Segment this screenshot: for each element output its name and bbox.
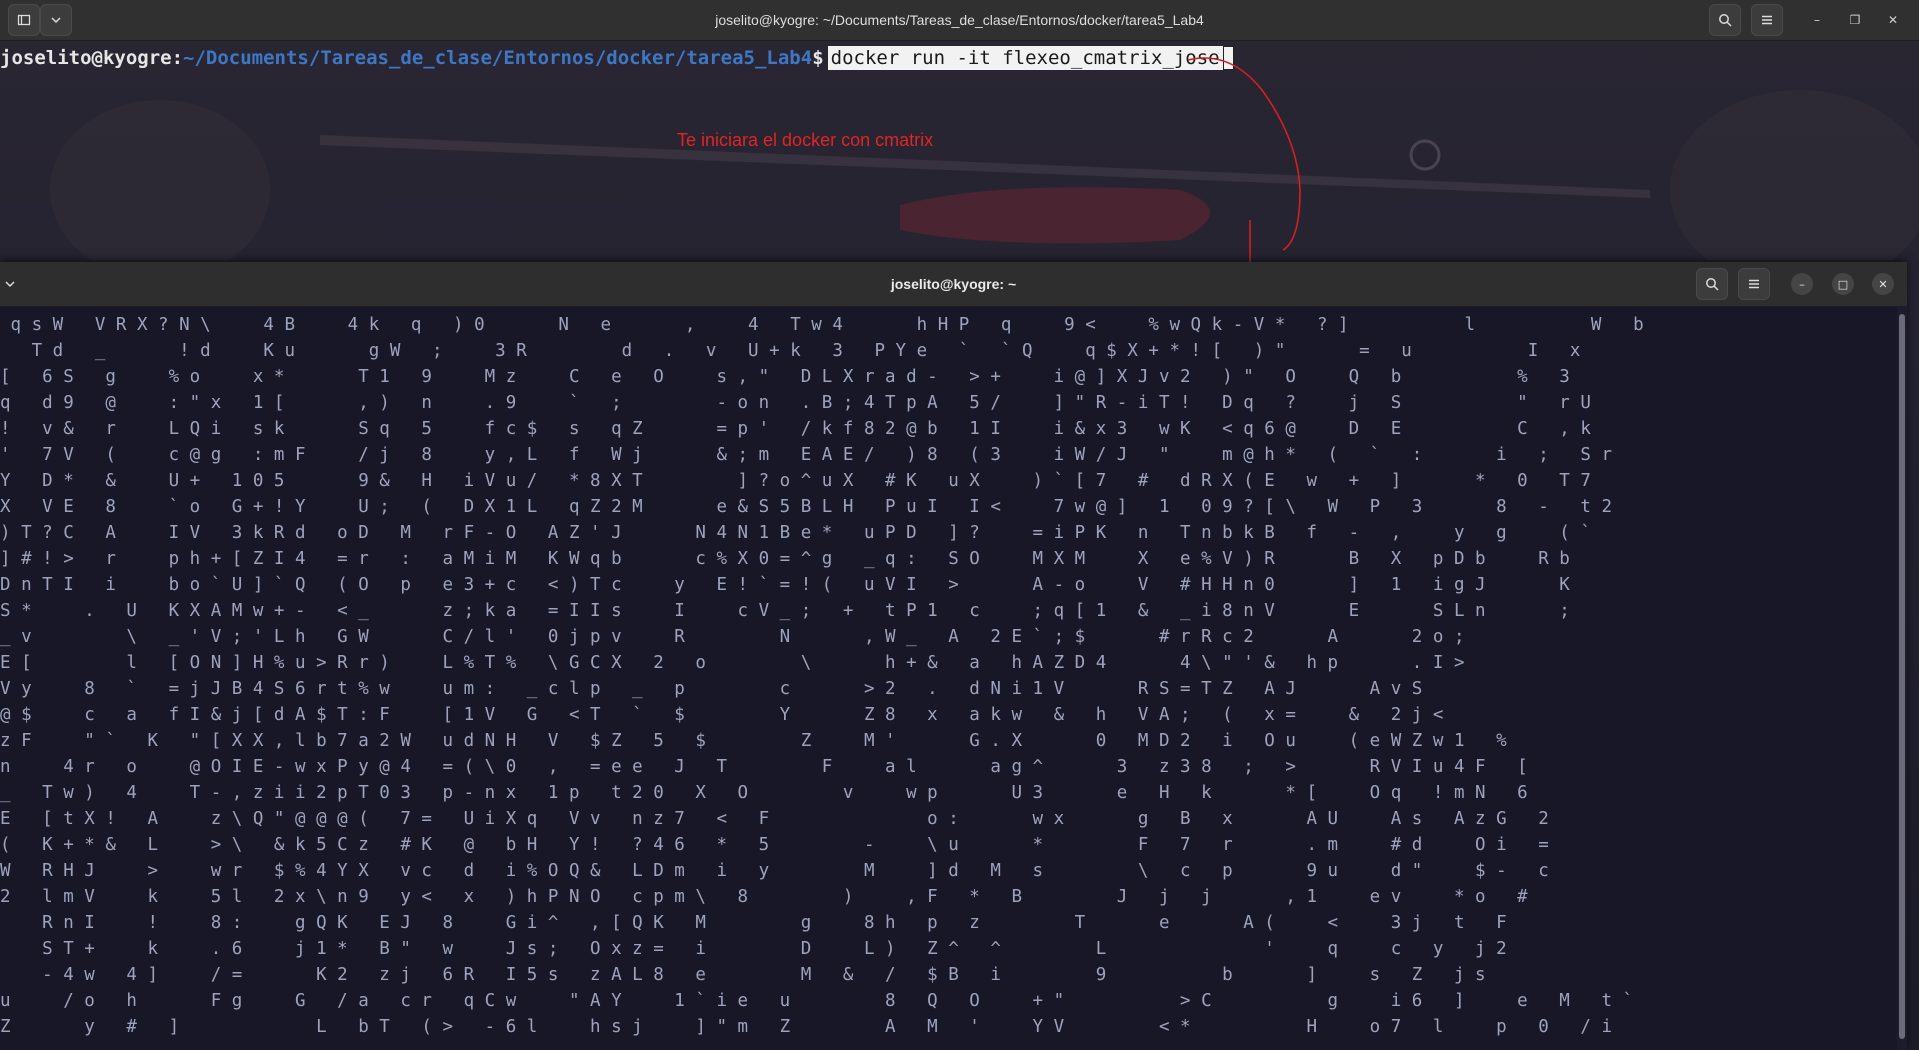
matrix-row: Y D * & U + 1 0 5 9 & H i V u / * 8 X T … <box>0 471 1591 491</box>
cmatrix-output[interactable]: q s W V R X ? N \ 4 B 4 k q ) 0 N e , 4 … <box>0 306 1895 1050</box>
matrix-row: ! v & r L Q i s k S q 5 f c $ s q Z = p … <box>0 419 1591 439</box>
hamburger-menu-icon <box>1749 279 1759 289</box>
matrix-row: V y 8 ` = j J B 4 S 6 r t % w u m : _ c … <box>0 679 1423 699</box>
matrix-row: n 4 r o @ O I E - w x P y @ 4 = ( \ 0 , … <box>0 757 1528 777</box>
matrix-row: q s W V R X ? N \ 4 B 4 k q ) 0 N e , 4 … <box>0 315 1644 335</box>
menu-button[interactable] <box>1738 268 1770 300</box>
matrix-row: D n T I i b o ` U ] ` Q ( O p e 3 + c < … <box>0 575 1570 595</box>
matrix-row: _ T w ) 4 T - , z i i 2 p T 0 3 p - n x … <box>0 783 1528 803</box>
matrix-row: ' 7 V ( c @ g : m F / j 8 y , L f W j & … <box>0 445 1612 465</box>
matrix-row: W R H J > w r $ % 4 Y X v c d i % O Q & … <box>0 861 1549 881</box>
matrix-row: _ v \ _ ' V ; ' L h G W C / l ' 0 j p v … <box>0 627 1465 647</box>
matrix-row: S T + k . 6 j 1 * B " w J s ; O x z = i … <box>0 939 1507 959</box>
matrix-row: ] # ! > r p h + [ Z I 4 = r : a M i M K … <box>0 549 1570 569</box>
matrix-row: S * . U K X A M w + - < _ z ; k a = I I … <box>0 601 1570 621</box>
matrix-row: @ $ c a f I & j [ d A $ T : F [ 1 V G < … <box>0 705 1444 725</box>
annotation-arrow <box>1187 57 1351 271</box>
matrix-row: Z y # ] L b T ( > - 6 l h s j ] " m Z A … <box>0 1017 1612 1037</box>
front-window-titlebar: joselito@kyogre: ~ – □ ✕ <box>0 262 1907 307</box>
matrix-row: T d _ ! d K u g W ; 3 R d . v U + k 3 P … <box>0 341 1581 361</box>
front-terminal-window: joselito@kyogre: ~ – □ ✕ q s W V R X ? N… <box>0 262 1907 1050</box>
search-icon <box>1706 278 1719 291</box>
matrix-row: R n I ! 8 : g Q K E J 8 G i ^ , [ Q K M … <box>0 913 1507 933</box>
scrollbar-thumb[interactable] <box>1899 314 1905 1039</box>
matrix-row: z F " ` K " [ X X , l b 7 a 2 W u d N H … <box>0 731 1507 751</box>
matrix-row: E [ t X ! A z \ Q " @ @ @ ( 7 = U i X q … <box>0 809 1549 829</box>
matrix-row: - 4 w 4 ] / = K 2 z j 6 R I 5 s z A L 8 … <box>0 965 1486 985</box>
matrix-row: u / o h F g G / a c r q C w " A Y 1 ` i … <box>0 991 1634 1011</box>
scrollbar[interactable] <box>1897 306 1907 1050</box>
minimize-button[interactable]: – <box>1791 273 1813 295</box>
matrix-row: q d 9 @ : " x 1 [ , ) n . 9 ` ; - o n . … <box>0 393 1591 413</box>
matrix-row: 2 l m V k 5 l 2 x \ n 9 y < x ) h P N O … <box>0 887 1528 907</box>
annotation-text: Te iniciara el docker con cmatrix <box>677 130 934 150</box>
matrix-row: X V E 8 ` o G + ! Y U ; ( D X 1 L q Z 2 … <box>0 497 1612 517</box>
window-title: joselito@kyogre: ~ <box>890 276 1017 292</box>
search-button[interactable] <box>1696 268 1728 300</box>
matrix-row: ( K + * & L > \ & k 5 C z # K @ b H Y ! … <box>0 835 1549 855</box>
matrix-row: E [ l [ O N ] H % u > R r ) L % T % \ G … <box>0 653 1465 673</box>
matrix-row: [ 6 S g % o x * T 1 9 M z C e O s , " D … <box>0 367 1570 387</box>
close-button[interactable]: ✕ <box>1872 273 1894 295</box>
matrix-row: ) T ? C A I V 3 k R d o D M r F - O A Z … <box>0 523 1591 543</box>
maximize-button[interactable]: □ <box>1832 273 1854 295</box>
